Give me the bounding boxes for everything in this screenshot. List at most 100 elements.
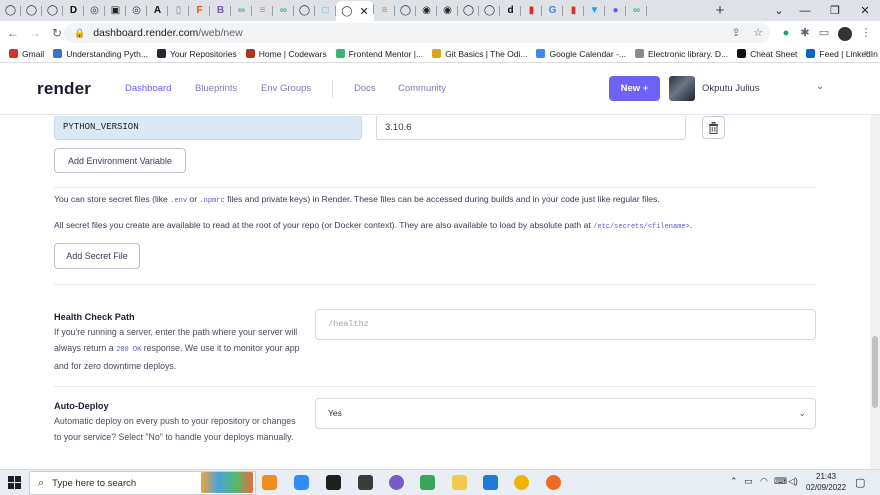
browser-tab[interactable]: ◉ bbox=[416, 3, 437, 19]
browser-tab[interactable]: ▣ bbox=[105, 3, 126, 19]
browser-tab[interactable]: ◯ bbox=[479, 3, 500, 19]
nav-community[interactable]: Community bbox=[398, 83, 446, 94]
browser-tab[interactable]: G bbox=[542, 3, 563, 19]
file-explorer-icon[interactable] bbox=[452, 475, 467, 490]
battery-icon[interactable]: ▭ bbox=[744, 476, 753, 487]
health-check-label: Health Check Path bbox=[54, 312, 135, 322]
browser-tab[interactable]: ◉ bbox=[437, 3, 458, 19]
browser-tab[interactable]: ▼ bbox=[584, 3, 605, 19]
chevron-down-icon[interactable]: ⌄ bbox=[816, 81, 824, 92]
sticky-notes-icon[interactable] bbox=[326, 475, 341, 490]
browser-tab[interactable]: ◯ bbox=[21, 3, 42, 19]
drive-icon[interactable] bbox=[420, 475, 435, 490]
browser-tab[interactable]: D bbox=[63, 3, 84, 19]
bookmark-star-icon[interactable]: ☆ bbox=[750, 25, 766, 41]
windows-start-icon[interactable] bbox=[8, 476, 21, 489]
browser-tab[interactable]: ≡ bbox=[374, 3, 395, 19]
nav-blueprints[interactable]: Blueprints bbox=[195, 83, 237, 94]
render-logo[interactable]: render bbox=[37, 79, 91, 99]
nav-env-groups[interactable]: Env Groups bbox=[261, 83, 311, 94]
terminal-icon[interactable] bbox=[358, 475, 373, 490]
forward-icon[interactable]: → bbox=[26, 26, 44, 40]
volume-icon[interactable]: ◁) bbox=[788, 476, 798, 487]
more-bookmarks-icon[interactable]: » bbox=[864, 47, 869, 57]
browser-tab[interactable]: ◯ ✕ bbox=[336, 1, 374, 21]
back-icon[interactable]: ← bbox=[4, 26, 22, 40]
bookmark-item[interactable]: Gmail bbox=[9, 49, 44, 59]
browser-tab[interactable]: A bbox=[147, 3, 168, 19]
minimize-button[interactable]: — bbox=[790, 0, 820, 21]
slack-icon[interactable] bbox=[389, 475, 404, 490]
browser-tab[interactable]: F bbox=[189, 3, 210, 19]
close-tab-icon[interactable]: ✕ bbox=[359, 5, 368, 18]
browser-tab[interactable]: B bbox=[210, 3, 231, 19]
browser-tab[interactable]: ◯ bbox=[458, 3, 479, 19]
browser-tab[interactable]: d bbox=[500, 3, 521, 19]
browser-tab[interactable]: ● bbox=[605, 3, 626, 19]
browser-tab[interactable]: ◎ bbox=[126, 3, 147, 19]
env-key-input[interactable]: PYTHON_VERSION bbox=[54, 116, 362, 140]
auto-deploy-select[interactable]: Yes ⌄ bbox=[315, 398, 816, 429]
browser-tab[interactable]: ▯ bbox=[168, 3, 189, 19]
delete-env-button[interactable] bbox=[702, 116, 725, 139]
scrollbar-thumb[interactable] bbox=[872, 336, 878, 408]
page-icon: ▯ bbox=[175, 5, 182, 16]
new-tab-button[interactable]: + bbox=[710, 2, 730, 19]
bookmark-item[interactable]: Your Repositories bbox=[156, 49, 237, 59]
menu-icon[interactable]: ⋮ bbox=[858, 25, 874, 41]
browser-tab[interactable]: ∞ bbox=[231, 3, 252, 19]
browser-tab[interactable]: ◯ bbox=[42, 3, 63, 19]
network-icon[interactable]: ◠ bbox=[760, 476, 768, 487]
tray-chevron-icon[interactable]: ⌃ bbox=[730, 476, 738, 487]
bookmark-icon bbox=[737, 49, 747, 58]
vlc-icon[interactable] bbox=[262, 475, 277, 490]
scrollbar-track[interactable] bbox=[870, 115, 880, 469]
bookmark-item[interactable]: Understanding Pyth... bbox=[53, 49, 148, 59]
bookmark-item[interactable]: Git Basics | The Odi... bbox=[432, 49, 527, 59]
add-env-variable-button[interactable]: Add Environment Variable bbox=[54, 148, 186, 173]
health-check-path-input[interactable]: /healthz bbox=[315, 309, 816, 340]
nav-docs[interactable]: Docs bbox=[354, 83, 376, 94]
add-secret-file-button[interactable]: Add Secret File bbox=[54, 243, 140, 269]
github-icon: ◯ bbox=[25, 5, 38, 16]
chrome-icon[interactable] bbox=[514, 475, 529, 490]
browser-tab[interactable]: ◯ bbox=[294, 3, 315, 19]
bookmark-item[interactable]: Home | Codewars bbox=[245, 49, 327, 59]
postman-icon[interactable] bbox=[546, 475, 561, 490]
address-bar[interactable]: 🔒 dashboard.render.com/web/new bbox=[64, 23, 770, 43]
extensions-icon[interactable]: ✱ bbox=[797, 25, 813, 41]
bookmark-item[interactable]: Google Calendar -... bbox=[536, 49, 626, 59]
bookmark-label: Frontend Mentor |... bbox=[348, 48, 424, 59]
keyboard-icon[interactable]: ⌨ bbox=[774, 476, 787, 487]
bookmark-item[interactable]: Frontend Mentor |... bbox=[335, 48, 424, 59]
browser-tab[interactable]: ≡ bbox=[252, 3, 273, 19]
browser-tab[interactable]: ◯ bbox=[0, 3, 21, 19]
bookmark-icon bbox=[156, 49, 166, 58]
vscode-icon[interactable] bbox=[483, 475, 498, 490]
maximize-button[interactable]: ❐ bbox=[820, 0, 850, 21]
browser-tab[interactable]: ▮ bbox=[521, 3, 542, 19]
taskbar-clock[interactable]: 21:43 02/09/2022 bbox=[806, 471, 846, 493]
grammarly-icon[interactable]: ● bbox=[778, 25, 794, 41]
bookmark-item[interactable]: Electronic library. D... bbox=[635, 49, 728, 59]
browser-tab[interactable]: □ bbox=[315, 3, 336, 19]
share-icon[interactable]: ⇪ bbox=[728, 25, 744, 41]
avatar[interactable] bbox=[669, 76, 695, 101]
chevron-down-icon: ⌄ bbox=[798, 408, 806, 418]
notifications-icon[interactable]: ▢ bbox=[855, 476, 865, 489]
browser-tab[interactable]: ∞ bbox=[273, 3, 294, 19]
close-window-button[interactable]: ✕ bbox=[850, 0, 880, 21]
bookmark-label: Electronic library. D... bbox=[648, 48, 729, 59]
env-value-input[interactable]: 3.10.6 bbox=[376, 116, 686, 140]
side-panel-icon[interactable]: ▭ bbox=[816, 25, 832, 41]
user-name[interactable]: Okputu Julius bbox=[702, 83, 760, 94]
browser-tab[interactable]: ▮ bbox=[563, 3, 584, 19]
bookmark-item[interactable]: Cheat Sheet bbox=[737, 49, 797, 59]
browser-tab[interactable]: ◯ bbox=[395, 3, 416, 19]
zoom-icon[interactable] bbox=[294, 475, 309, 490]
profile-avatar[interactable] bbox=[838, 27, 852, 41]
nav-dashboard[interactable]: Dashboard bbox=[125, 83, 171, 94]
browser-tab[interactable]: ∞ bbox=[626, 3, 647, 19]
new-button[interactable]: New + bbox=[609, 76, 660, 101]
browser-tab[interactable]: ◎ bbox=[84, 3, 105, 19]
